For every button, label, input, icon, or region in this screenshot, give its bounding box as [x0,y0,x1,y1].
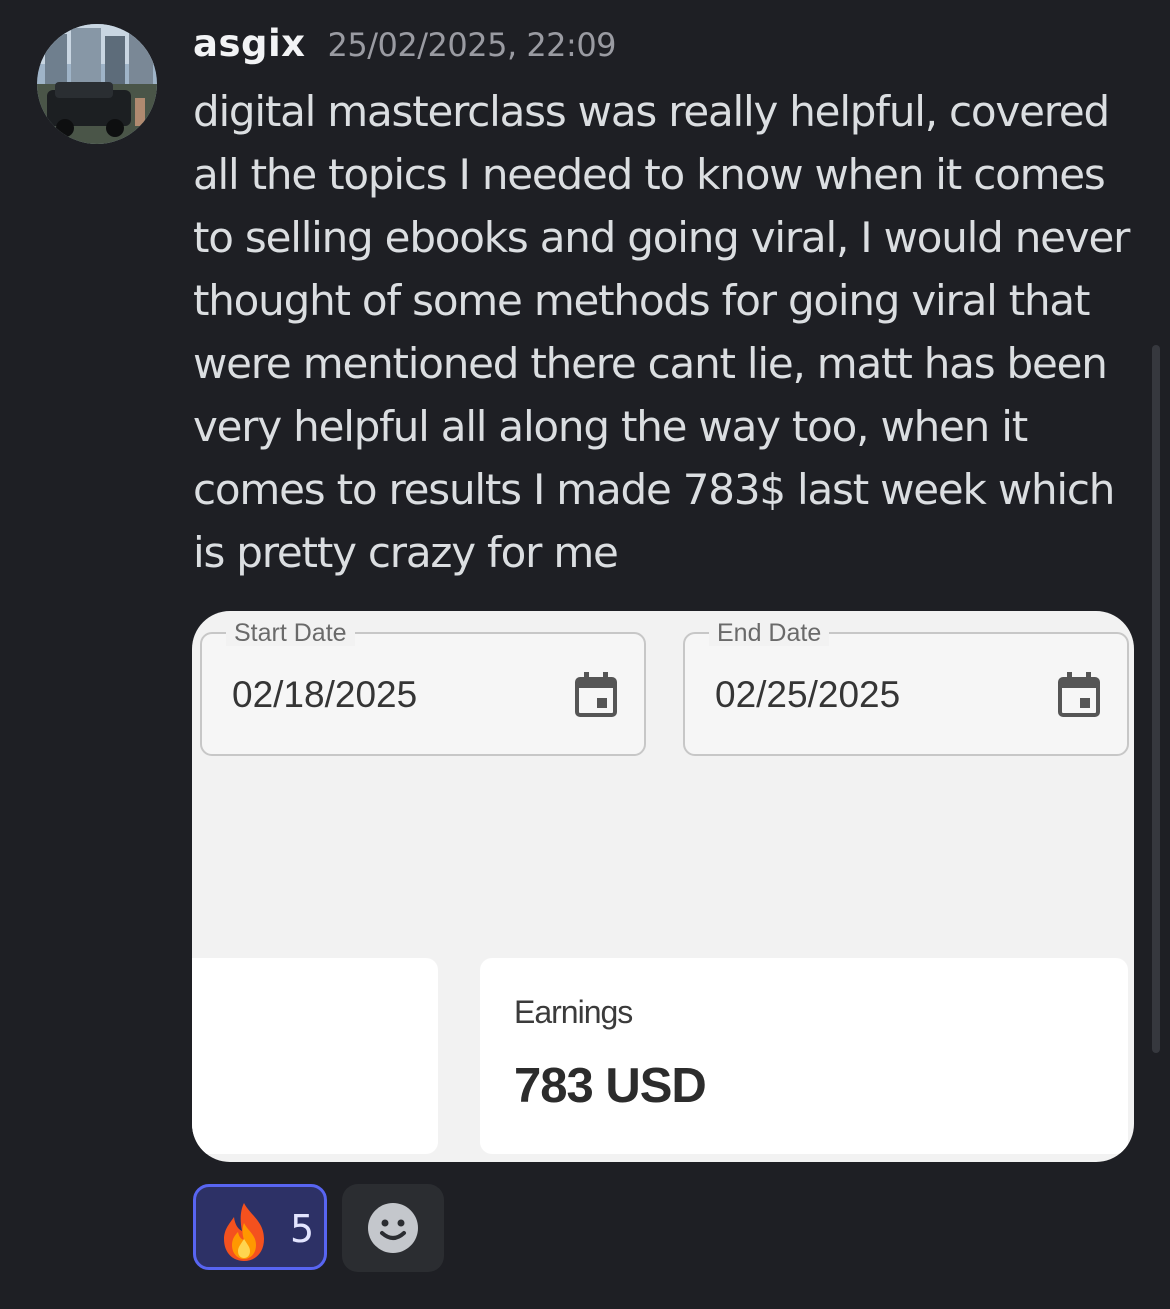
earnings-value: 783 USD [514,1059,707,1113]
smiley-icon [368,1203,418,1253]
start-date-value: 02/18/2025 [232,674,418,715]
earnings-card: Earnings 783 USD [480,958,1128,1154]
scrollbar[interactable] [1152,345,1160,1053]
end-date-label: End Date [709,620,830,646]
start-date-label: Start Date [226,620,355,646]
calendar-icon [1058,672,1100,717]
add-reaction-button[interactable] [342,1184,444,1272]
end-date-field: End Date 02/25/2025 [683,620,1129,756]
timestamp: 25/02/2025, 22:09 [327,26,617,64]
reaction-count: 5 [290,1207,315,1251]
message-header: asgix 25/02/2025, 22:09 [193,22,617,72]
earnings-label: Earnings [514,994,633,1030]
username[interactable]: asgix [193,22,306,65]
avatar[interactable] [37,24,157,144]
attached-image[interactable]: Start Date 02/18/2025 End Date 02/25/202… [192,611,1134,1162]
start-date-field: Start Date 02/18/2025 [200,620,646,756]
stat-card-empty [192,958,438,1154]
calendar-icon [575,672,617,717]
message-text: digital masterclass was really helpful, … [193,87,1130,577]
avatar-image [37,24,157,144]
fire-reaction-button[interactable]: 5 [193,1184,327,1270]
end-date-value: 02/25/2025 [715,674,901,715]
fire-emoji-icon [224,1203,264,1261]
